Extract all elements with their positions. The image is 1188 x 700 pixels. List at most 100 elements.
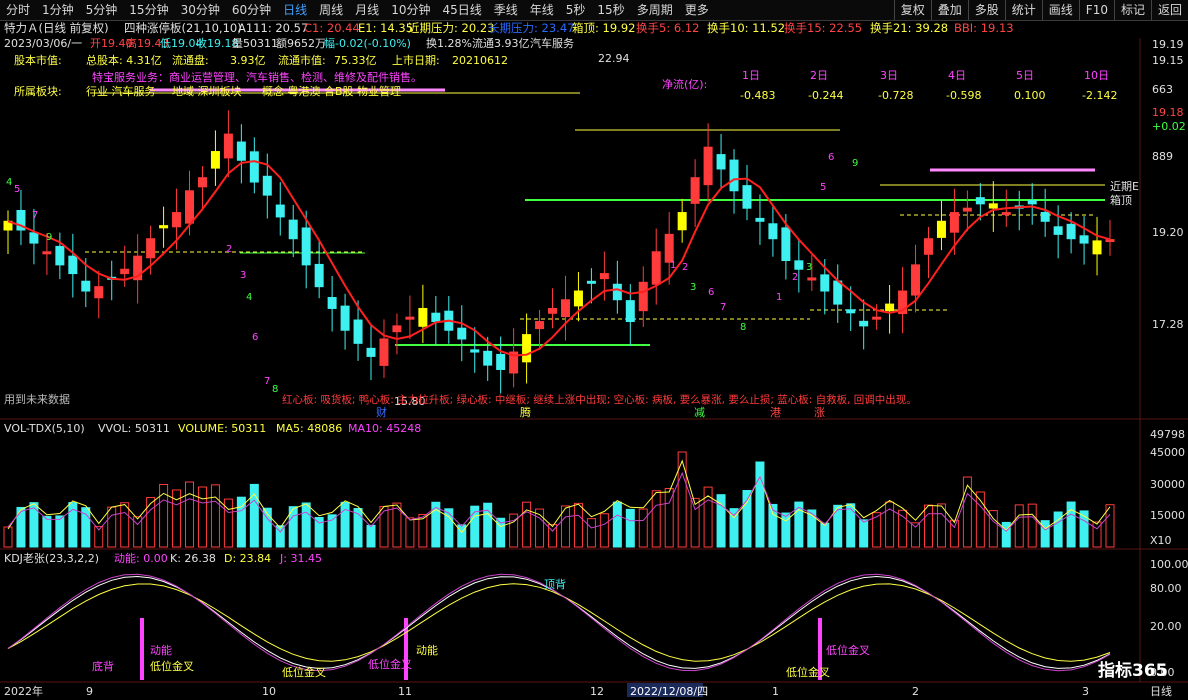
candle-body (120, 268, 130, 275)
period-tab-11[interactable]: 季线 (488, 0, 524, 20)
toolbar-button-0[interactable]: 复权 (893, 0, 931, 20)
candle-body (405, 316, 415, 320)
volume-axis-label-2: 30000 (1150, 478, 1185, 491)
volume-bar (405, 517, 415, 548)
price-axis: 19.19 19.15 663 19.18+0.02 889 19.20 17.28 (1152, 38, 1186, 331)
candle-body (1027, 199, 1037, 205)
long-pressure: 长期压力: 23.47 (488, 21, 574, 35)
volume-bar (522, 501, 532, 548)
volume-bar (120, 502, 130, 548)
candle-body (975, 197, 985, 205)
candle-body (197, 177, 207, 188)
box-top-label: 箱顶 (1110, 193, 1132, 207)
watermark: 指标365 (1098, 660, 1168, 681)
quote-change: 幅-0.02(-0.10%) (324, 37, 411, 50)
flow-label: 净流(亿): (662, 77, 707, 91)
kdj-k: K: 26.38 (170, 552, 216, 565)
candle-body (885, 303, 895, 312)
candle-body (1066, 223, 1076, 240)
volume-bars (3, 451, 1115, 548)
candle-body (729, 159, 739, 192)
candle-body (327, 297, 337, 309)
period-tab-10[interactable]: 45日线 (436, 0, 487, 20)
future-data-note: 用到未来数据 (4, 392, 70, 406)
candle-body (768, 223, 778, 240)
sequence-number: 6 (828, 152, 834, 163)
candle-body (1001, 212, 1011, 216)
vol-ma5: MA5: 48086 (276, 422, 342, 435)
volume-bar (612, 501, 622, 548)
candle-body (690, 177, 700, 204)
candle-body (911, 264, 921, 296)
period-tab-1[interactable]: 1分钟 (36, 0, 80, 20)
candle-body (249, 151, 259, 183)
volume-bar (392, 502, 402, 548)
volume-ma5-line (7, 459, 1111, 534)
volume-axis-label-4: X10 (1150, 534, 1172, 547)
period-tab-8[interactable]: 月线 (349, 0, 385, 20)
price-axis-label-4: +0.02 (1152, 120, 1186, 133)
period-tab-6[interactable]: 日线 (277, 0, 313, 20)
flow-value-5: -2.142 (1082, 89, 1117, 102)
info-float-label: 流通盘: (172, 53, 209, 67)
candle-body (366, 347, 376, 357)
toolbar-button-3[interactable]: 统计 (1004, 0, 1042, 20)
toolbar-button-4[interactable]: 画线 (1041, 0, 1079, 20)
candle-body (159, 225, 169, 229)
period-tab-14[interactable]: 15秒 (591, 0, 630, 20)
candle-body (210, 151, 220, 169)
sequence-number: 5 (820, 182, 826, 193)
info-float-value: 3.93亿 (230, 54, 266, 67)
chart-canvas: 45792346781 23 678659123 特力Ａ(日线 前复权) 四种涨停板… (0, 21, 1188, 698)
flow-value-2: -0.728 (878, 89, 913, 102)
period-tab-16[interactable]: 更多 (679, 0, 715, 20)
period-tab-2[interactable]: 5分钟 (80, 0, 124, 20)
sequence-number: 9 (46, 232, 52, 243)
toolbar-button-1[interactable]: 叠加 (930, 0, 968, 20)
candle-body (651, 251, 661, 285)
sequence-number: 2 (682, 262, 688, 273)
info-business: 特宝服务业务：商业运营管理、汽车销售、检测、维修及配件销售。 (92, 70, 422, 84)
flow-period-3: 4日 (948, 69, 966, 82)
high-price-mark: 22.94 (598, 52, 630, 65)
volume-axis-label-1: 45000 (1150, 446, 1185, 459)
period-tab-13[interactable]: 5秒 (560, 0, 592, 20)
period-tab-4[interactable]: 30分钟 (175, 0, 226, 20)
period-tab-5[interactable]: 60分钟 (226, 0, 277, 20)
candle-body (535, 321, 545, 330)
volume-bar (1001, 521, 1011, 548)
flow-value-3: -0.598 (946, 89, 981, 102)
candle-body (859, 320, 869, 327)
volume-bar (677, 451, 687, 548)
sequence-number: 9 (852, 158, 858, 169)
date-axis-label-4: 12 (590, 685, 604, 698)
period-tab-0[interactable]: 分时 (0, 0, 36, 20)
momentum-bar (140, 618, 144, 680)
turnover10: 换手10: 11.52 (707, 21, 785, 35)
candle-body (573, 290, 583, 307)
toolbar-button-2[interactable]: 多股 (967, 0, 1005, 20)
sequence-number: 3 (240, 270, 246, 281)
candle-body (483, 350, 493, 366)
date-axis-label-7: 2 (912, 685, 919, 698)
price-axis-label-0: 19.19 (1152, 38, 1184, 51)
period-tab-12[interactable]: 年线 (524, 0, 560, 20)
info-concept: 概念 粤港澳 合B股 物业管理 (262, 84, 401, 98)
toolbar-button-6[interactable]: 标记 (1113, 0, 1151, 20)
period-tab-9[interactable]: 10分钟 (385, 0, 436, 20)
candle-body (223, 133, 233, 159)
period-tab-3[interactable]: 15分钟 (123, 0, 174, 20)
candle-body (457, 327, 467, 340)
toolbar-button-5[interactable]: F10 (1078, 0, 1114, 20)
candle-body (314, 263, 324, 288)
candle-body (872, 316, 882, 320)
volume-bar (42, 515, 52, 548)
event-marker-1: 腾 (520, 405, 531, 419)
kdj-annotation-5: 低位金叉 (368, 657, 412, 671)
toolbar-button-7[interactable]: 返回 (1150, 0, 1188, 20)
candle-body (742, 185, 752, 209)
date-axis-label-9: 日线 (1150, 684, 1172, 698)
candle-body (301, 227, 311, 266)
period-tab-7[interactable]: 周线 (313, 0, 349, 20)
period-tab-15[interactable]: 多周期 (631, 0, 679, 20)
